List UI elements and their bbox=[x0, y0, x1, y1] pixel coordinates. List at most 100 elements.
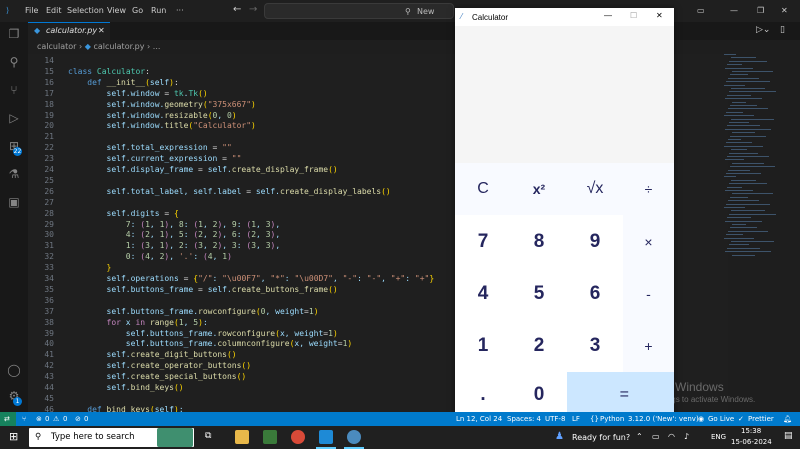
file-explorer-icon[interactable] bbox=[235, 430, 249, 444]
chrome-icon[interactable] bbox=[291, 430, 305, 444]
run-python-icon[interactable]: ▷⌄ bbox=[756, 25, 770, 35]
menu-selection[interactable]: Selection bbox=[67, 6, 104, 15]
close-icon[interactable]: ✕ bbox=[781, 6, 788, 15]
digit-2-button[interactable]: 2 bbox=[511, 320, 567, 372]
code-line[interactable]: self.create_special_buttons() bbox=[68, 372, 247, 381]
code-line[interactable]: class Calculator: bbox=[68, 67, 150, 76]
code-line[interactable]: self.create_digit_buttons() bbox=[68, 350, 237, 359]
menu-go[interactable]: Go bbox=[132, 6, 143, 15]
source-control-icon[interactable]: ⑂ bbox=[6, 82, 22, 98]
code-line[interactable]: 7: (1, 1), 8: (1, 2), 9: (1, 3), bbox=[68, 220, 280, 229]
restore-icon[interactable]: ❐ bbox=[757, 6, 764, 15]
code-line[interactable]: self.window.geometry("375x667") bbox=[68, 100, 256, 109]
prettier-status[interactable]: Prettier bbox=[748, 415, 774, 423]
code-line[interactable]: 0: (4, 2), '.': (4, 1) bbox=[68, 252, 232, 261]
square-button[interactable]: x² bbox=[511, 163, 567, 215]
chevron-up-icon[interactable]: ⌃ bbox=[636, 432, 643, 441]
indentation[interactable]: Spaces: 4 bbox=[507, 415, 541, 423]
divide-button[interactable]: ÷ bbox=[623, 163, 674, 215]
digit-5-button[interactable]: 5 bbox=[511, 268, 567, 320]
code-line[interactable]: def __init__(self): bbox=[68, 78, 179, 87]
code-line[interactable]: self.window = tk.Tk() bbox=[68, 89, 208, 98]
windows-start-icon[interactable]: ⊞ bbox=[9, 430, 18, 443]
code-line[interactable]: self.create_operator_buttons() bbox=[68, 361, 252, 370]
python-interpreter[interactable]: 3.12.0 ('New': venv) bbox=[628, 415, 699, 423]
menu-more[interactable]: ··· bbox=[176, 6, 184, 15]
code-line[interactable]: self.current_expression = "" bbox=[68, 154, 242, 163]
task-view-icon[interactable]: ⧉ bbox=[205, 431, 211, 441]
ports-count[interactable]: 0 bbox=[84, 415, 88, 423]
tab-calculator-py[interactable]: ◆ calculator.py ✕ bbox=[28, 22, 110, 40]
volume-icon[interactable]: ♪ bbox=[684, 432, 689, 441]
breadcrumb-folder[interactable]: calculator bbox=[37, 42, 76, 51]
code-line[interactable]: for x in range(1, 5): bbox=[68, 318, 208, 327]
code-line[interactable]: self.buttons_frame.rowconfigure(0, weigh… bbox=[68, 307, 319, 316]
microsoft-store-icon[interactable] bbox=[263, 430, 277, 444]
digit-8-button[interactable]: 8 bbox=[511, 215, 567, 268]
testing-icon[interactable]: ⚗ bbox=[6, 166, 22, 182]
clock-time[interactable]: 15:38 bbox=[741, 427, 761, 435]
code-line[interactable]: self.buttons_frame = self.create_buttons… bbox=[68, 285, 338, 294]
minimap[interactable] bbox=[724, 54, 784, 264]
clock-date[interactable]: 15-06-2024 bbox=[731, 438, 772, 446]
notification-center-icon[interactable]: ▤ bbox=[784, 431, 793, 441]
code-line[interactable]: self.bind_keys() bbox=[68, 383, 184, 392]
clear-button[interactable]: C bbox=[455, 163, 511, 215]
wifi-icon[interactable]: ◠ bbox=[668, 432, 675, 441]
digit-6-button[interactable]: 6 bbox=[567, 268, 623, 320]
forward-arrow-icon[interactable]: → bbox=[249, 4, 257, 15]
digit-1-button[interactable]: 1 bbox=[455, 320, 511, 372]
calc-maximize-icon[interactable]: ☐ bbox=[630, 11, 637, 20]
cursor-position[interactable]: Ln 12, Col 24 bbox=[456, 415, 502, 423]
sqrt-button[interactable]: √x bbox=[567, 163, 623, 215]
minimize-icon[interactable]: — bbox=[730, 6, 738, 15]
menu-edit[interactable]: Edit bbox=[46, 6, 62, 15]
explorer-icon[interactable]: ❐ bbox=[6, 26, 22, 42]
code-line[interactable]: self.digits = { bbox=[68, 209, 179, 218]
layout-icon[interactable]: ▭ bbox=[697, 6, 705, 15]
code-line[interactable]: self.total_label, self.label = self.crea… bbox=[68, 187, 391, 196]
search-highlight-icon[interactable] bbox=[157, 428, 193, 447]
breadcrumb-symbol[interactable]: ... bbox=[153, 42, 161, 51]
menu-view[interactable]: View bbox=[107, 6, 126, 15]
menu-run[interactable]: Run bbox=[151, 6, 166, 15]
digit-3-button[interactable]: 3 bbox=[567, 320, 623, 372]
language-indicator[interactable]: ENG bbox=[711, 433, 726, 441]
branch-icon[interactable]: ⑂ bbox=[22, 415, 26, 423]
back-arrow-icon[interactable]: ← bbox=[233, 4, 241, 15]
tab-close-icon[interactable]: ✕ bbox=[98, 26, 105, 35]
command-center-search[interactable]: ⚲ New bbox=[264, 3, 454, 19]
multiply-button[interactable]: × bbox=[623, 215, 674, 268]
breadcrumb-file[interactable]: calculator.py bbox=[93, 42, 144, 51]
warning-count[interactable]: 0 bbox=[63, 415, 67, 423]
code-line[interactable]: self.window.title("Calculator") bbox=[68, 121, 256, 130]
digit-9-button[interactable]: 9 bbox=[567, 215, 623, 268]
code-line[interactable]: } bbox=[68, 263, 112, 272]
code-line[interactable]: self.operations = {"/": "\u00F7", "*": "… bbox=[68, 274, 435, 283]
go-live-button[interactable]: Go Live bbox=[708, 415, 734, 423]
settings-gear-icon[interactable]: ⚙ 1 bbox=[6, 388, 22, 406]
code-line[interactable]: self.total_expression = "" bbox=[68, 143, 232, 152]
notifications-bell-icon[interactable]: 🔔︎ bbox=[783, 415, 792, 423]
network-icon[interactable]: ▭ bbox=[652, 432, 660, 441]
code-line[interactable]: self.buttons_frame.rowconfigure(x, weigh… bbox=[68, 329, 338, 338]
split-editor-icon[interactable]: ▯ bbox=[780, 25, 785, 35]
add-button[interactable]: + bbox=[623, 320, 674, 372]
code-line[interactable]: self.buttons_frame.columnconfigure(x, we… bbox=[68, 339, 352, 348]
calc-close-icon[interactable]: ✕ bbox=[656, 11, 663, 20]
code-line[interactable]: 1: (3, 1), 2: (3, 2), 3: (3, 3), bbox=[68, 241, 280, 250]
python-taskbar-icon[interactable] bbox=[347, 430, 361, 444]
vscode-taskbar-icon[interactable] bbox=[319, 430, 333, 444]
subtract-button[interactable]: - bbox=[623, 268, 674, 320]
menu-file[interactable]: File bbox=[25, 6, 38, 15]
notification-text[interactable]: Ready for fun? bbox=[572, 433, 630, 442]
run-debug-icon[interactable]: ▷ bbox=[6, 110, 22, 126]
error-count[interactable]: 0 bbox=[45, 415, 49, 423]
remote-indicator[interactable]: ⇄ bbox=[0, 412, 16, 426]
digit-4-button[interactable]: 4 bbox=[455, 268, 511, 320]
calc-minimize-icon[interactable]: — bbox=[604, 11, 612, 20]
account-icon[interactable]: ◯ bbox=[6, 362, 22, 378]
code-line[interactable]: self.display_frame = self.create_display… bbox=[68, 165, 338, 174]
code-line[interactable]: 4: (2, 1), 5: (2, 2), 6: (2, 3), bbox=[68, 230, 280, 239]
encoding[interactable]: UTF-8 bbox=[545, 415, 565, 423]
